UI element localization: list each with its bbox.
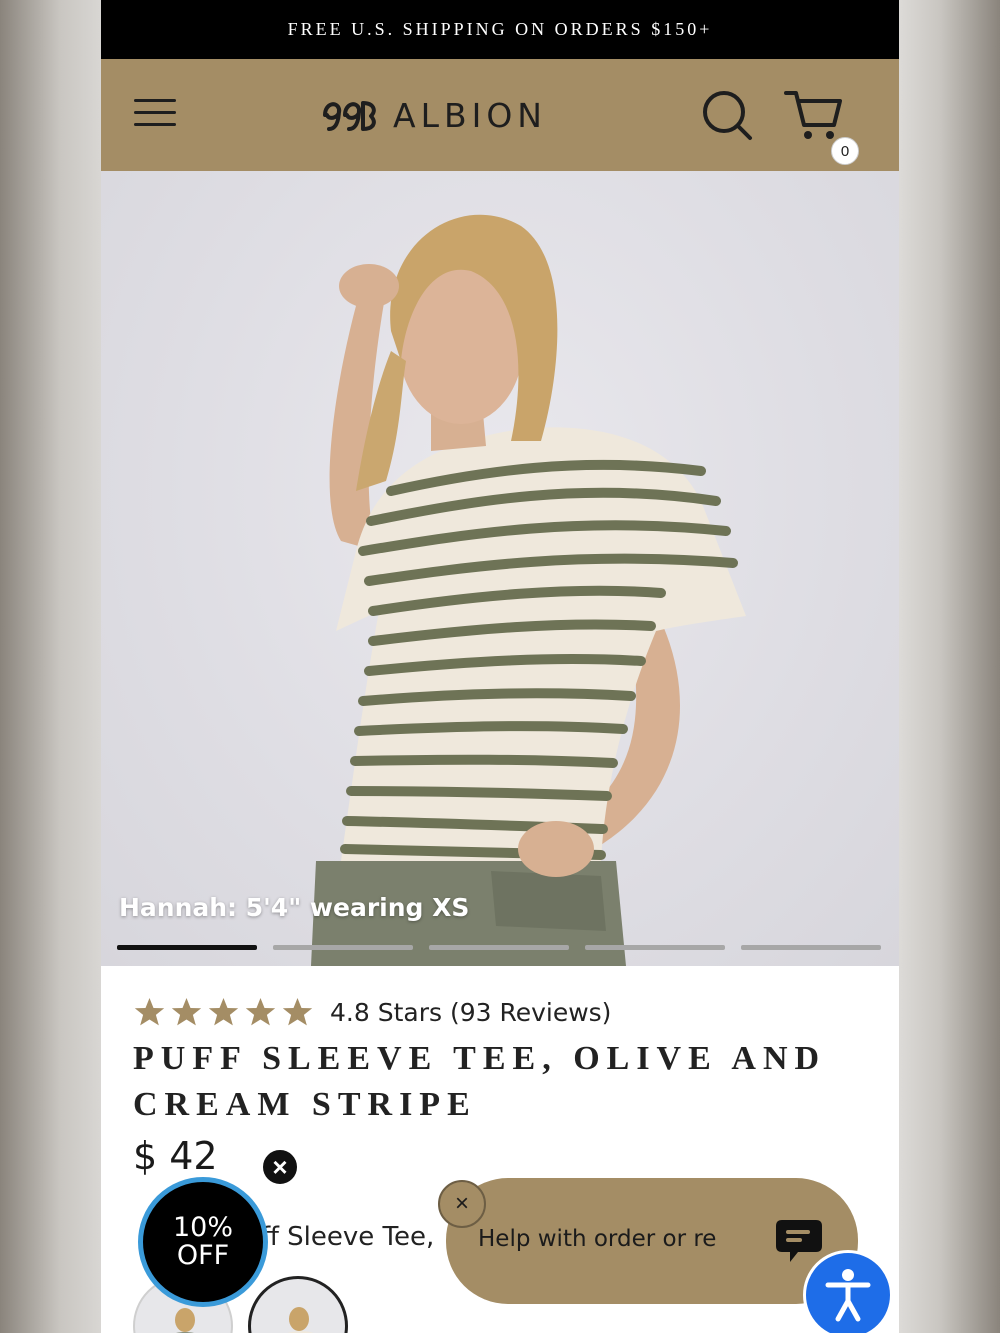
slide-indicators xyxy=(117,945,881,950)
slide-indicator[interactable] xyxy=(585,945,725,950)
search-button[interactable] xyxy=(701,89,753,141)
logo-mark-icon xyxy=(323,101,376,131)
accessibility-button[interactable] xyxy=(803,1250,893,1333)
star-rating xyxy=(133,996,314,1028)
promo-text: FREE U.S. SHIPPING ON ORDERS $150+ xyxy=(287,19,713,39)
chat-close-button[interactable]: × xyxy=(438,1180,486,1228)
star-icon xyxy=(134,998,165,1026)
brand-name: ALBION xyxy=(393,95,547,135)
model-caption: Hannah: 5'4" wearing XS xyxy=(119,893,470,922)
slide-indicator[interactable] xyxy=(429,945,569,950)
product-photo xyxy=(311,214,746,966)
color-label-text: ff Sleeve Tee, xyxy=(261,1222,435,1252)
product-image-carousel[interactable]: Hannah: 5'4" wearing XS xyxy=(101,171,899,966)
site-header: ALBION 0 xyxy=(101,59,899,171)
menu-icon-line xyxy=(134,99,176,102)
chat-widget[interactable]: Help with order or re xyxy=(446,1178,858,1304)
menu-icon-line xyxy=(134,111,176,114)
product-price: $ 42 xyxy=(133,1134,218,1178)
rating-text: 4.8 Stars (93 Reviews) xyxy=(330,997,612,1027)
cart-icon xyxy=(784,91,842,139)
slide-indicator[interactable] xyxy=(273,945,413,950)
rating-summary[interactable]: 4.8 Stars (93 Reviews) xyxy=(133,996,611,1028)
product-page: FREE U.S. SHIPPING ON ORDERS $150+ ALBIO… xyxy=(101,0,899,1333)
close-icon: × xyxy=(454,1190,469,1217)
slide-indicator[interactable] xyxy=(741,945,881,950)
chat-bubble-icon xyxy=(776,1220,822,1262)
star-icon xyxy=(282,998,313,1026)
star-icon xyxy=(245,998,276,1026)
slide-indicator[interactable] xyxy=(117,945,257,950)
color-swatch-selected[interactable] xyxy=(248,1276,348,1333)
promo-bar[interactable]: FREE U.S. SHIPPING ON ORDERS $150+ xyxy=(101,0,899,59)
close-icon[interactable]: × xyxy=(261,1148,299,1186)
brand-logo[interactable]: ALBION xyxy=(321,95,547,135)
swatch-thumbnail xyxy=(287,1307,314,1333)
star-icon xyxy=(171,998,202,1026)
accessibility-icon xyxy=(825,1269,871,1322)
discount-line1: 10% xyxy=(172,1212,233,1243)
menu-icon-line xyxy=(134,123,176,126)
star-icon xyxy=(208,998,239,1026)
product-title: PUFF SLEEVE TEE, OLIVE AND CREAM STRIPE xyxy=(133,1040,827,1123)
discount-badge[interactable]: 10% OFF xyxy=(138,1177,268,1307)
cart-count-badge: 0 xyxy=(831,137,859,165)
search-icon xyxy=(703,91,752,140)
cart-button[interactable] xyxy=(784,87,844,143)
chat-prompt: Help with order or re xyxy=(478,1226,717,1252)
menu-button[interactable] xyxy=(134,99,176,131)
discount-line2: OFF xyxy=(176,1240,230,1271)
